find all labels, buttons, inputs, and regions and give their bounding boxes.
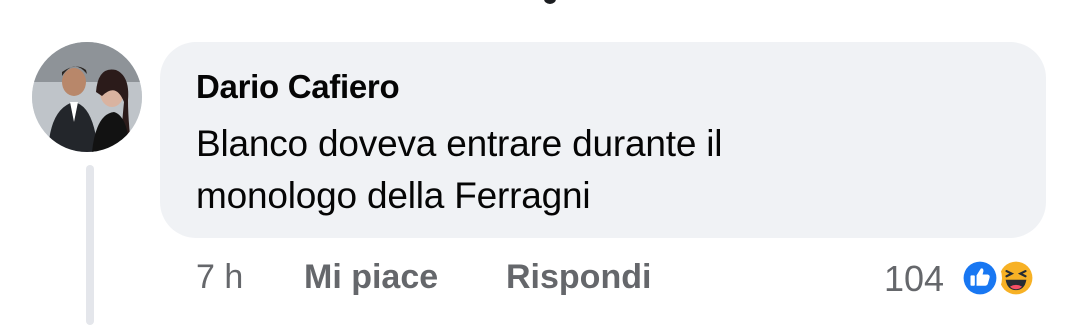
avatar[interactable] — [32, 42, 142, 152]
profile-photo-icon — [32, 42, 142, 152]
comment-author[interactable]: Dario Cafiero — [196, 68, 400, 106]
comment-timestamp[interactable]: 7 h — [196, 258, 243, 297]
reaction-count: 104 — [884, 258, 945, 299]
reactions-summary[interactable]: 104 — [880, 250, 1060, 306]
top-divider-dot — [544, 0, 556, 4]
comment-text: Blanco doveva entrare durante il monolog… — [196, 118, 1016, 222]
like-icon — [958, 256, 1002, 300]
comment-text-line: monologo della Ferragni — [196, 175, 591, 216]
like-button[interactable]: Mi piace — [304, 258, 438, 297]
comment-bubble: Dario Cafiero Blanco doveva entrare dura… — [160, 42, 1046, 238]
thread-line — [86, 165, 94, 325]
comment-text-line: Blanco doveva entrare durante il — [196, 123, 723, 164]
reply-button[interactable]: Rispondi — [506, 258, 651, 297]
